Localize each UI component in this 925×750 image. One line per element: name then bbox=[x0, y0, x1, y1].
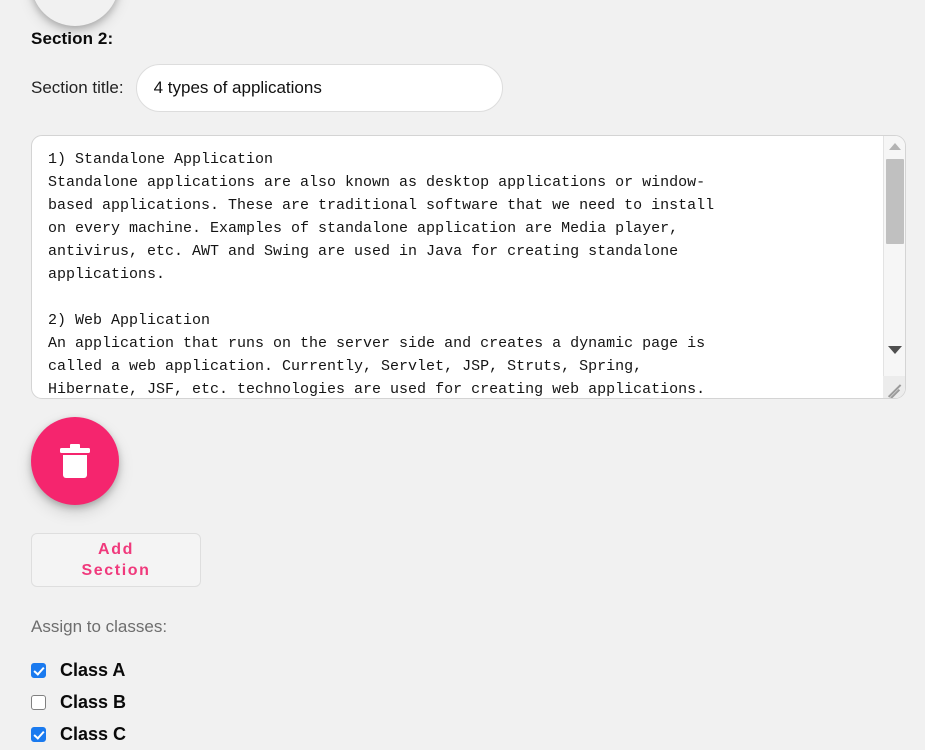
add-section-button[interactable]: Add Section bbox=[31, 533, 201, 587]
section-title-row: Section title: bbox=[31, 64, 925, 112]
checkbox-class-b[interactable] bbox=[31, 694, 46, 710]
resize-grip-icon[interactable] bbox=[883, 376, 905, 398]
section-title-input[interactable] bbox=[135, 64, 503, 112]
scrollbar-thumb[interactable] bbox=[886, 159, 904, 244]
class-label: Class A bbox=[60, 659, 126, 680]
section-editor-page: Section 2: Section title: 1) Standalone … bbox=[0, 0, 925, 750]
class-label: Class C bbox=[60, 723, 127, 744]
section-content-area: 1) Standalone Application Standalone app… bbox=[31, 135, 906, 399]
scroll-up-arrow-icon[interactable] bbox=[884, 136, 906, 157]
class-label: Class B bbox=[60, 691, 127, 712]
list-item[interactable]: Class B bbox=[31, 686, 925, 718]
delete-section-button[interactable] bbox=[31, 417, 119, 505]
scroll-down-arrow-icon[interactable] bbox=[884, 339, 906, 360]
checkbox-class-a[interactable] bbox=[31, 662, 46, 678]
page-title: Section 2: bbox=[31, 29, 114, 48]
section-title-label: Section title: bbox=[31, 78, 124, 97]
add-section-label-line1: Add bbox=[98, 541, 134, 558]
trash-icon bbox=[60, 444, 90, 478]
list-item[interactable]: Class A bbox=[31, 654, 925, 686]
add-section-label-line2: Section bbox=[81, 562, 151, 579]
section-content-textarea[interactable]: 1) Standalone Application Standalone app… bbox=[31, 135, 906, 399]
assign-to-classes-label: Assign to classes: bbox=[31, 617, 168, 636]
checkbox-class-c[interactable] bbox=[31, 726, 46, 742]
list-item[interactable]: Class C bbox=[31, 718, 925, 750]
class-checkbox-list: Class A Class B Class C bbox=[31, 654, 925, 750]
textarea-scrollbar[interactable] bbox=[883, 136, 905, 398]
